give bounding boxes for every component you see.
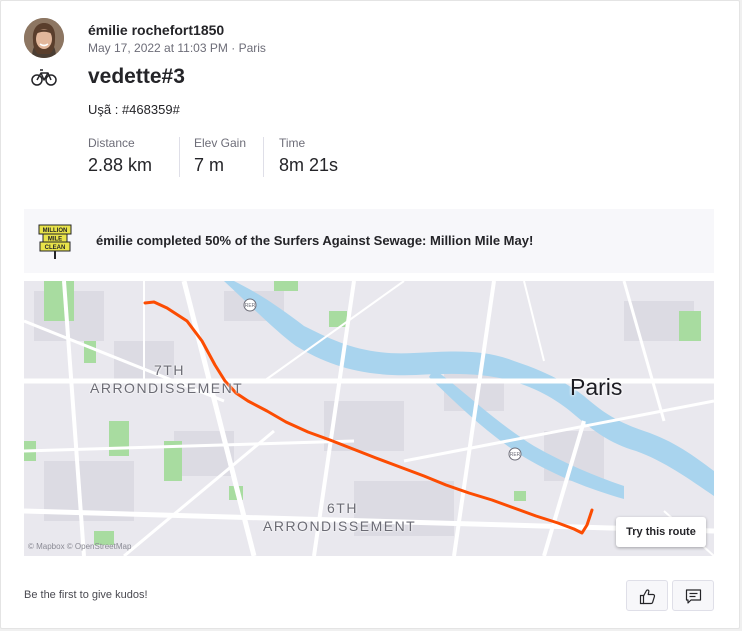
arrondissement-7-label-line-1: 7TH (154, 362, 185, 378)
avatar[interactable] (24, 18, 64, 58)
rer-marker: RER (508, 447, 522, 461)
badge-line-3: CLEAN (45, 245, 66, 251)
comment-button[interactable] (672, 580, 714, 611)
stat-label: Time (279, 136, 306, 150)
map-canvas: RER RER (24, 281, 714, 556)
challenge-banner[interactable]: MILLION MILE CLEAN émilie completed 50% … (24, 209, 714, 273)
city-label: Paris (570, 374, 623, 400)
athlete-name[interactable]: émilie rochefort1850 (88, 22, 224, 38)
million-mile-clean-badge-icon: MILLION MILE CLEAN (38, 224, 72, 259)
arrondissement-6-label-line-1: 6TH (327, 500, 358, 516)
activity-date: May 17, 2022 at 11:03 PM (88, 41, 228, 55)
thumbs-up-icon (639, 589, 656, 605)
stat-elev-gain: Elev Gain 7 m (194, 136, 246, 178)
activity-location: Paris (238, 41, 266, 55)
stat-distance: Distance 2.88 km (88, 136, 152, 178)
activity-card: émilie rochefort1850 May 17, 2022 at 11:… (0, 0, 740, 629)
bicycle-icon (31, 69, 57, 86)
stat-label: Distance (88, 136, 135, 150)
stat-time: Time 8m 21s (279, 136, 338, 178)
try-route-button[interactable]: Try this route (616, 517, 706, 547)
rer-label: RER (245, 303, 256, 309)
stat-value: 2.88 km (88, 155, 153, 175)
activity-description: Uşã : #468359# (88, 102, 180, 117)
stat-label: Elev Gain (194, 136, 247, 150)
stat-value: 8m 21s (279, 155, 339, 175)
arrondissement-6-label-line-2: ARRONDISSEMENT (263, 518, 417, 534)
arrondissement-7-label-line-2: ARRONDISSEMENT (90, 380, 244, 396)
stat-value: 7 m (194, 155, 225, 175)
rer-label: RER (510, 452, 521, 458)
challenge-text[interactable]: émilie completed 50% of the Surfers Agai… (96, 233, 533, 248)
map-copyright[interactable]: © Mapbox © OpenStreetMap (28, 542, 131, 551)
activity-title[interactable]: vedette#3 (88, 65, 185, 89)
stat-divider (263, 137, 264, 177)
activity-meta: May 17, 2022 at 11:03 PM · Paris (88, 41, 266, 55)
give-kudos-button[interactable] (626, 580, 668, 611)
kudos-prompt: Be the first to give kudos! (24, 589, 148, 601)
badge-line-1: MILLION (43, 228, 68, 234)
badge-line-2: MILE (48, 237, 62, 243)
rer-marker: RER (243, 298, 257, 312)
stat-divider (179, 137, 180, 177)
meta-separator: · (231, 41, 239, 55)
comment-icon (685, 589, 702, 604)
route-map[interactable]: RER RER 7TH ARRONDISSEMENT 6TH ARRONDISS… (24, 281, 714, 556)
